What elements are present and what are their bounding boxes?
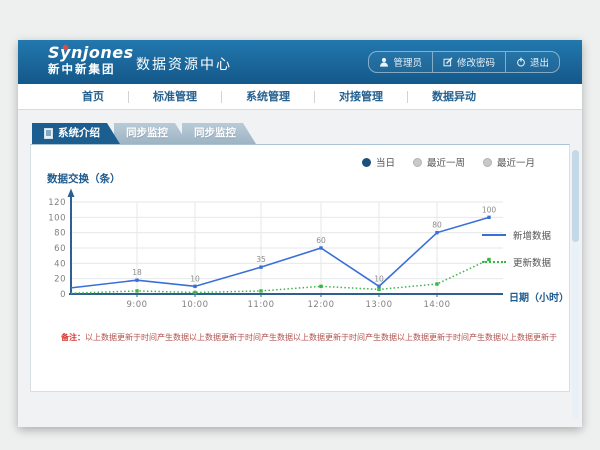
y-tick-label: 20	[54, 275, 66, 285]
scrollbar[interactable]	[572, 150, 579, 420]
data-point	[435, 231, 438, 234]
tab-label: 系统介绍	[58, 123, 100, 144]
data-point	[193, 285, 196, 288]
logo-subtitle: 新中新集团	[48, 62, 134, 76]
y-axis-title: 数据交换（条）	[31, 169, 569, 188]
tab-label: 同步监控	[126, 123, 168, 144]
y-tick-label: 120	[48, 198, 66, 208]
filter-option-2[interactable]: 最近一月	[483, 155, 535, 169]
data-point	[487, 216, 490, 219]
y-tick-label: 0	[60, 290, 66, 300]
legend-label: 新增数据	[513, 228, 551, 242]
y-tick-label: 40	[54, 259, 66, 269]
footnote-text: 以上数据更新于时间产生数据以上数据更新于时间产生数据以上数据更新于时间产生数据以…	[85, 333, 557, 342]
footnote-prefix: 备注：	[61, 333, 85, 342]
user-label: 管理员	[393, 55, 422, 69]
nav-item-4[interactable]: 数据异动	[408, 84, 500, 110]
data-point-label: 10	[190, 274, 200, 283]
user-actions: 管理员 修改密码 退出	[368, 51, 560, 73]
data-point	[135, 279, 138, 282]
nav-item-0[interactable]: 首页	[58, 84, 128, 110]
system-intro-panel: 当日 最近一周 最近一月 数据交换（条） 日期（小时） 9:00 10:00 11:00…	[30, 144, 570, 392]
y-tick-label: 100	[48, 213, 66, 223]
filter-label: 最近一周	[427, 155, 465, 169]
data-point	[259, 265, 262, 268]
y-tick-label: 60	[54, 244, 66, 254]
change-password-label: 修改密码	[457, 55, 495, 69]
data-point	[377, 288, 380, 291]
y-tick-label: 80	[54, 229, 66, 239]
chart-container: 日期（小时） 9:00 10:00 11:00 12:00 13:00 14:00 0 20 4…	[31, 188, 569, 322]
tab-1[interactable]: 同步监控	[114, 123, 188, 144]
chart-legend: 新增数据更新数据	[482, 228, 551, 269]
legend-line-sample	[482, 234, 506, 236]
filter-label: 当日	[376, 155, 395, 169]
edit-icon	[443, 57, 453, 67]
main-nav: 首页标准管理系统管理对接管理数据异动	[18, 84, 582, 110]
filter-label: 最近一月	[497, 155, 535, 169]
page-title: 数据资源中心	[136, 54, 232, 74]
data-point-label: 60	[316, 236, 326, 245]
data-point	[435, 282, 438, 285]
power-icon	[516, 57, 526, 67]
legend-label: 更新数据	[513, 255, 551, 269]
y-axis-arrow	[68, 189, 75, 198]
data-point-label: 80	[432, 221, 442, 230]
data-point-label: 18	[132, 268, 142, 277]
x-tick-label: 11:00	[248, 300, 275, 310]
x-tick-label: 9:00	[126, 300, 147, 310]
radio-icon	[362, 158, 371, 167]
data-point	[319, 285, 322, 288]
data-point	[377, 285, 380, 288]
data-point-label: 100	[482, 205, 497, 214]
app-window: Synjones 新中新集团 数据资源中心 管理员 修改密码	[18, 40, 582, 427]
logout-button[interactable]: 退出	[505, 51, 560, 73]
scrollbar-thumb[interactable]	[572, 150, 579, 242]
change-password-button[interactable]: 修改密码	[432, 51, 505, 73]
legend-item-0[interactable]: 新增数据	[482, 228, 551, 242]
tab-label: 同步监控	[194, 123, 236, 144]
data-point	[135, 289, 138, 292]
data-point-label: 35	[256, 255, 266, 264]
series-line-新增数据	[71, 217, 489, 288]
nav-item-2[interactable]: 系统管理	[222, 84, 314, 110]
data-point	[319, 246, 322, 249]
footnote: 备注：以上数据更新于时间产生数据以上数据更新于时间产生数据以上数据更新于时间产生…	[31, 322, 569, 344]
nav-item-1[interactable]: 标准管理	[129, 84, 221, 110]
user-profile-button[interactable]: 管理员	[368, 51, 432, 73]
x-axis-title: 日期（小时）	[509, 291, 569, 304]
tab-2[interactable]: 同步监控	[182, 123, 256, 144]
data-point	[193, 291, 196, 294]
x-tick-label: 13:00	[366, 300, 393, 310]
data-point	[259, 289, 262, 292]
legend-line-sample	[482, 261, 506, 263]
tab-strip: 系统介绍 同步监控 同步监控	[18, 110, 582, 144]
logo: Synjones 新中新集团	[48, 44, 134, 76]
nav-item-3[interactable]: 对接管理	[315, 84, 407, 110]
radio-icon	[413, 158, 422, 167]
x-tick-label: 14:00	[424, 300, 451, 310]
filter-option-0[interactable]: 当日	[362, 155, 395, 169]
tab-0[interactable]: 系统介绍	[32, 123, 120, 144]
user-icon	[379, 57, 389, 67]
legend-item-1[interactable]: 更新数据	[482, 255, 551, 269]
data-point-label: 10	[374, 274, 384, 283]
document-icon	[44, 128, 53, 139]
filter-option-1[interactable]: 最近一周	[413, 155, 465, 169]
radio-icon	[483, 158, 492, 167]
time-range-filters: 当日 最近一周 最近一月	[31, 145, 569, 169]
x-tick-label: 10:00	[182, 300, 209, 310]
x-tick-label: 12:00	[308, 300, 335, 310]
content-area: 系统介绍 同步监控 同步监控 当日 最近一周 最近一月 数据交换（条） 日期（小时） 9…	[18, 110, 582, 426]
logout-label: 退出	[530, 55, 549, 69]
header: Synjones 新中新集团 数据资源中心 管理员 修改密码	[18, 40, 582, 84]
